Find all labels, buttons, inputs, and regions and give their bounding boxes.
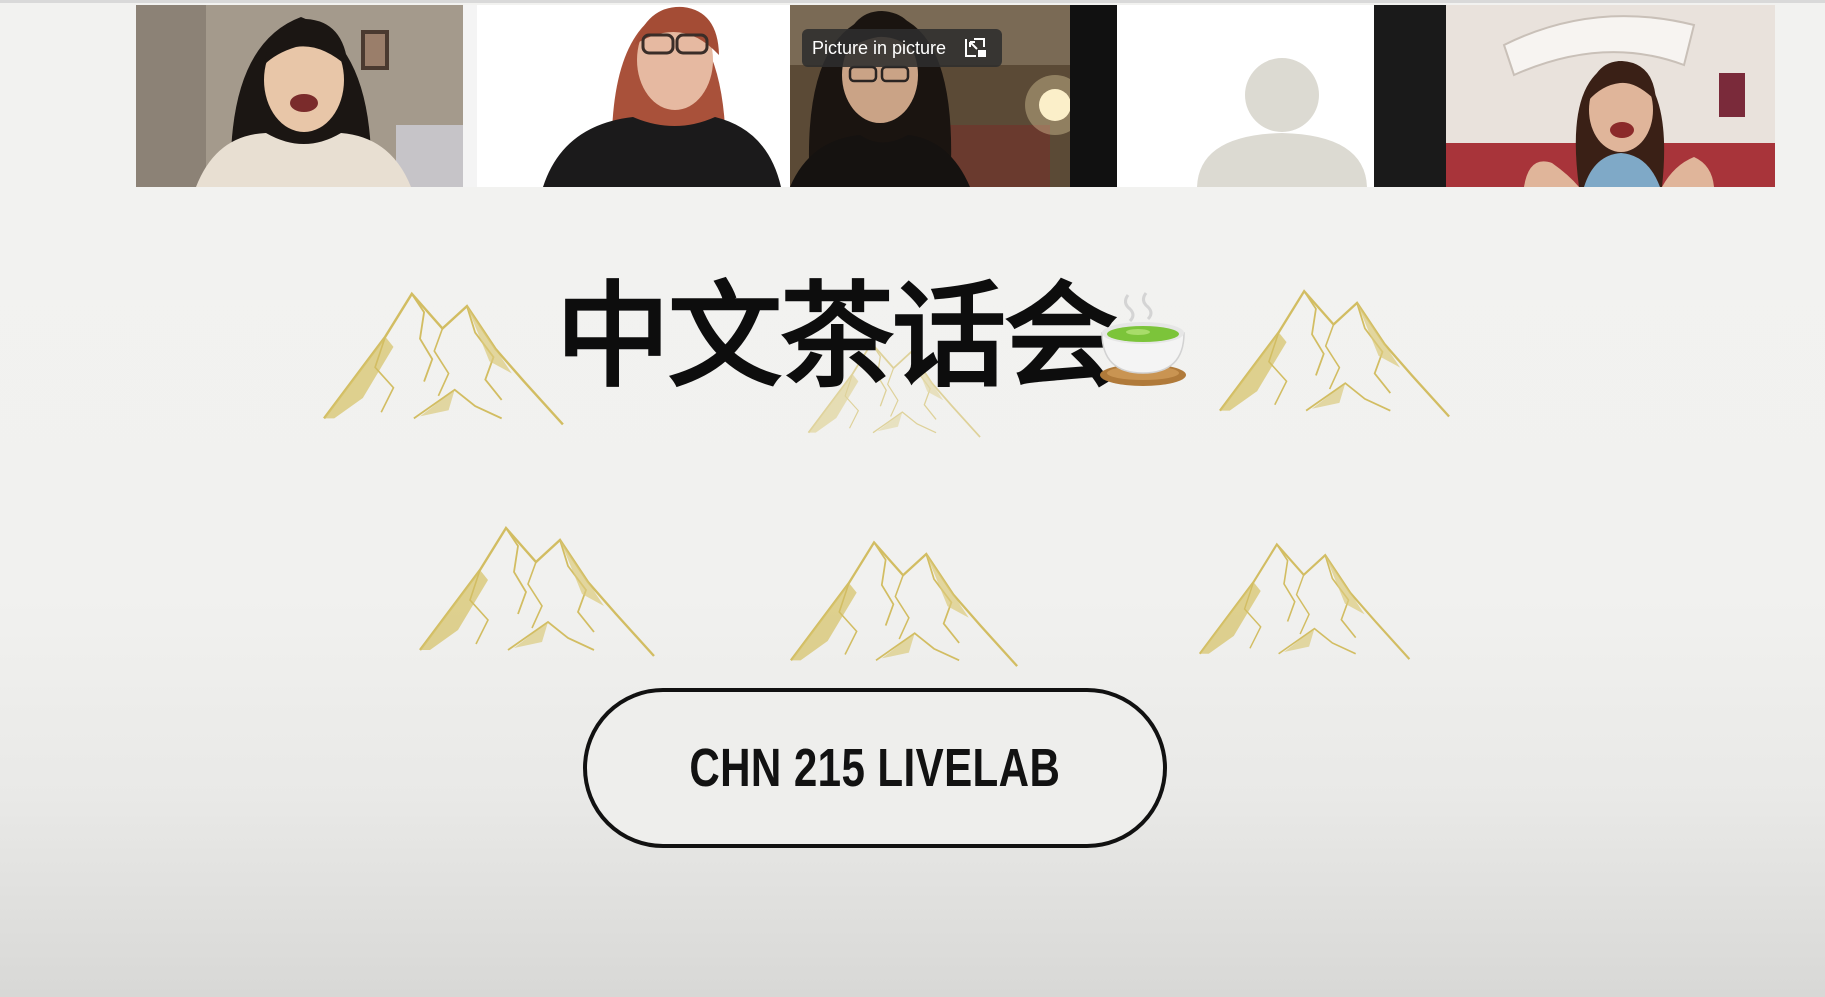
picture-in-picture-label: Picture in picture — [812, 37, 947, 58]
mountain-illustration-icon — [1198, 518, 1413, 673]
participant-video-1[interactable] — [136, 5, 463, 187]
course-label-text: CHN 215 LIVELAB — [689, 738, 1061, 798]
participant-video-4[interactable] — [1117, 5, 1374, 187]
green-tea-cup-icon — [1100, 292, 1186, 386]
mountain-illustration-icon — [780, 525, 1030, 670]
picture-in-picture-button[interactable]: Picture in picture — [802, 29, 1003, 67]
mountain-illustration-icon — [1218, 262, 1453, 432]
slide-title: 中文茶话会 — [556, 270, 1118, 403]
person-icon — [1117, 5, 1374, 187]
picture-in-picture-icon — [965, 38, 987, 57]
mountain-illustration-icon — [322, 272, 567, 432]
participant-video-2[interactable] — [463, 5, 790, 187]
top-border — [0, 0, 1825, 3]
course-label-pill: CHN 215 LIVELAB — [583, 688, 1167, 848]
mountain-illustration-icon — [418, 505, 658, 665]
participant-video-5[interactable] — [1374, 5, 1775, 187]
